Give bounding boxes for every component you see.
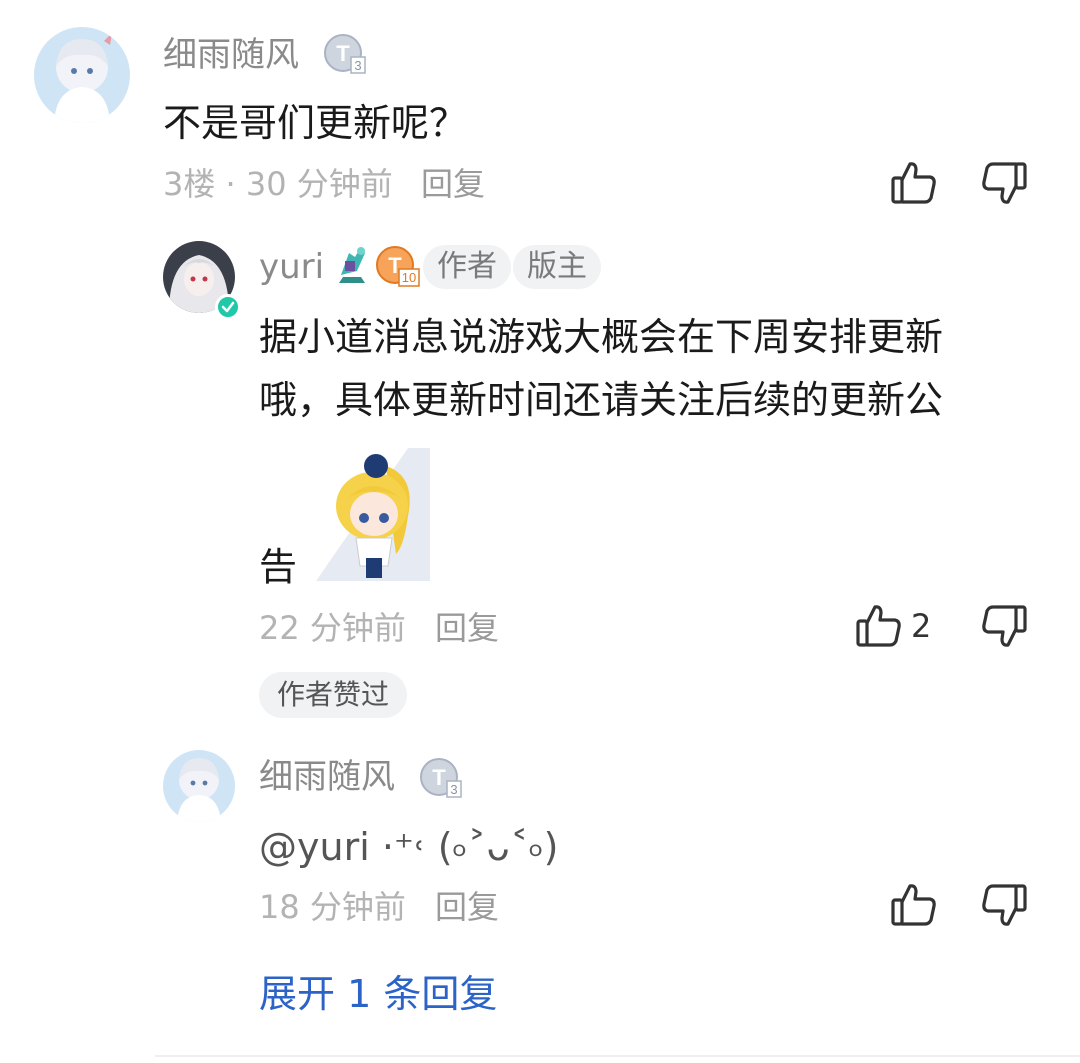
reply-text-line: 告 <box>259 545 298 589</box>
svg-text:T: T <box>432 765 446 790</box>
avatar[interactable] <box>163 750 235 822</box>
sub-reply-time: 18 分钟前 <box>259 888 406 926</box>
reply-time: 22 分钟前 <box>259 609 406 647</box>
thumbs-down-icon[interactable] <box>980 160 1028 210</box>
svg-text:T: T <box>336 41 350 66</box>
author-tag: 作者 <box>423 245 511 289</box>
level-badge-icon: T 3 <box>419 757 465 805</box>
sub-reply-text: @yuri ·⁺˓ (৹˃ᴗ˂৹) <box>259 825 559 869</box>
reply-button[interactable]: 回复 <box>435 612 499 644</box>
svg-text:3: 3 <box>354 58 361 73</box>
medal-icon <box>331 243 373 293</box>
svg-text:3: 3 <box>450 782 457 797</box>
author-liked-badge: 作者赞过 <box>259 672 408 718</box>
thumbs-up-icon[interactable] <box>890 160 938 210</box>
thumbs-up-icon[interactable] <box>855 603 903 653</box>
reply-text-line: 哦，具体更新时间还请关注后续的更新公 <box>259 378 944 422</box>
level-badge-icon: T 10 <box>375 245 421 293</box>
thumbs-down-icon[interactable] <box>980 603 1028 653</box>
level-badge-icon: T 3 <box>323 33 369 81</box>
username[interactable]: 细雨随风 <box>163 38 299 72</box>
thumbs-down-icon[interactable] <box>980 882 1028 932</box>
reply-button[interactable]: 回复 <box>421 168 485 200</box>
divider <box>155 1055 1080 1057</box>
reply-button[interactable]: 回复 <box>435 891 499 923</box>
like-count: 2 <box>911 607 932 645</box>
verified-icon <box>215 294 241 320</box>
comment-text: 不是哥们更新呢？ <box>163 101 468 145</box>
reply-text-line: 据小道消息说游戏大概会在下周安排更新 <box>259 315 944 359</box>
moderator-tag: 版主 <box>513 245 601 289</box>
thumbs-up-icon[interactable] <box>890 882 938 932</box>
username[interactable]: yuri <box>259 250 324 284</box>
avatar[interactable] <box>34 27 130 123</box>
svg-text:10: 10 <box>402 270 416 285</box>
expand-replies-link[interactable]: 展开 1 条回复 <box>259 975 497 1013</box>
sticker-image[interactable] <box>316 446 434 586</box>
floor-time: 3楼 · 30 分钟前 <box>163 165 393 203</box>
username[interactable]: 细雨随风 <box>259 760 395 794</box>
